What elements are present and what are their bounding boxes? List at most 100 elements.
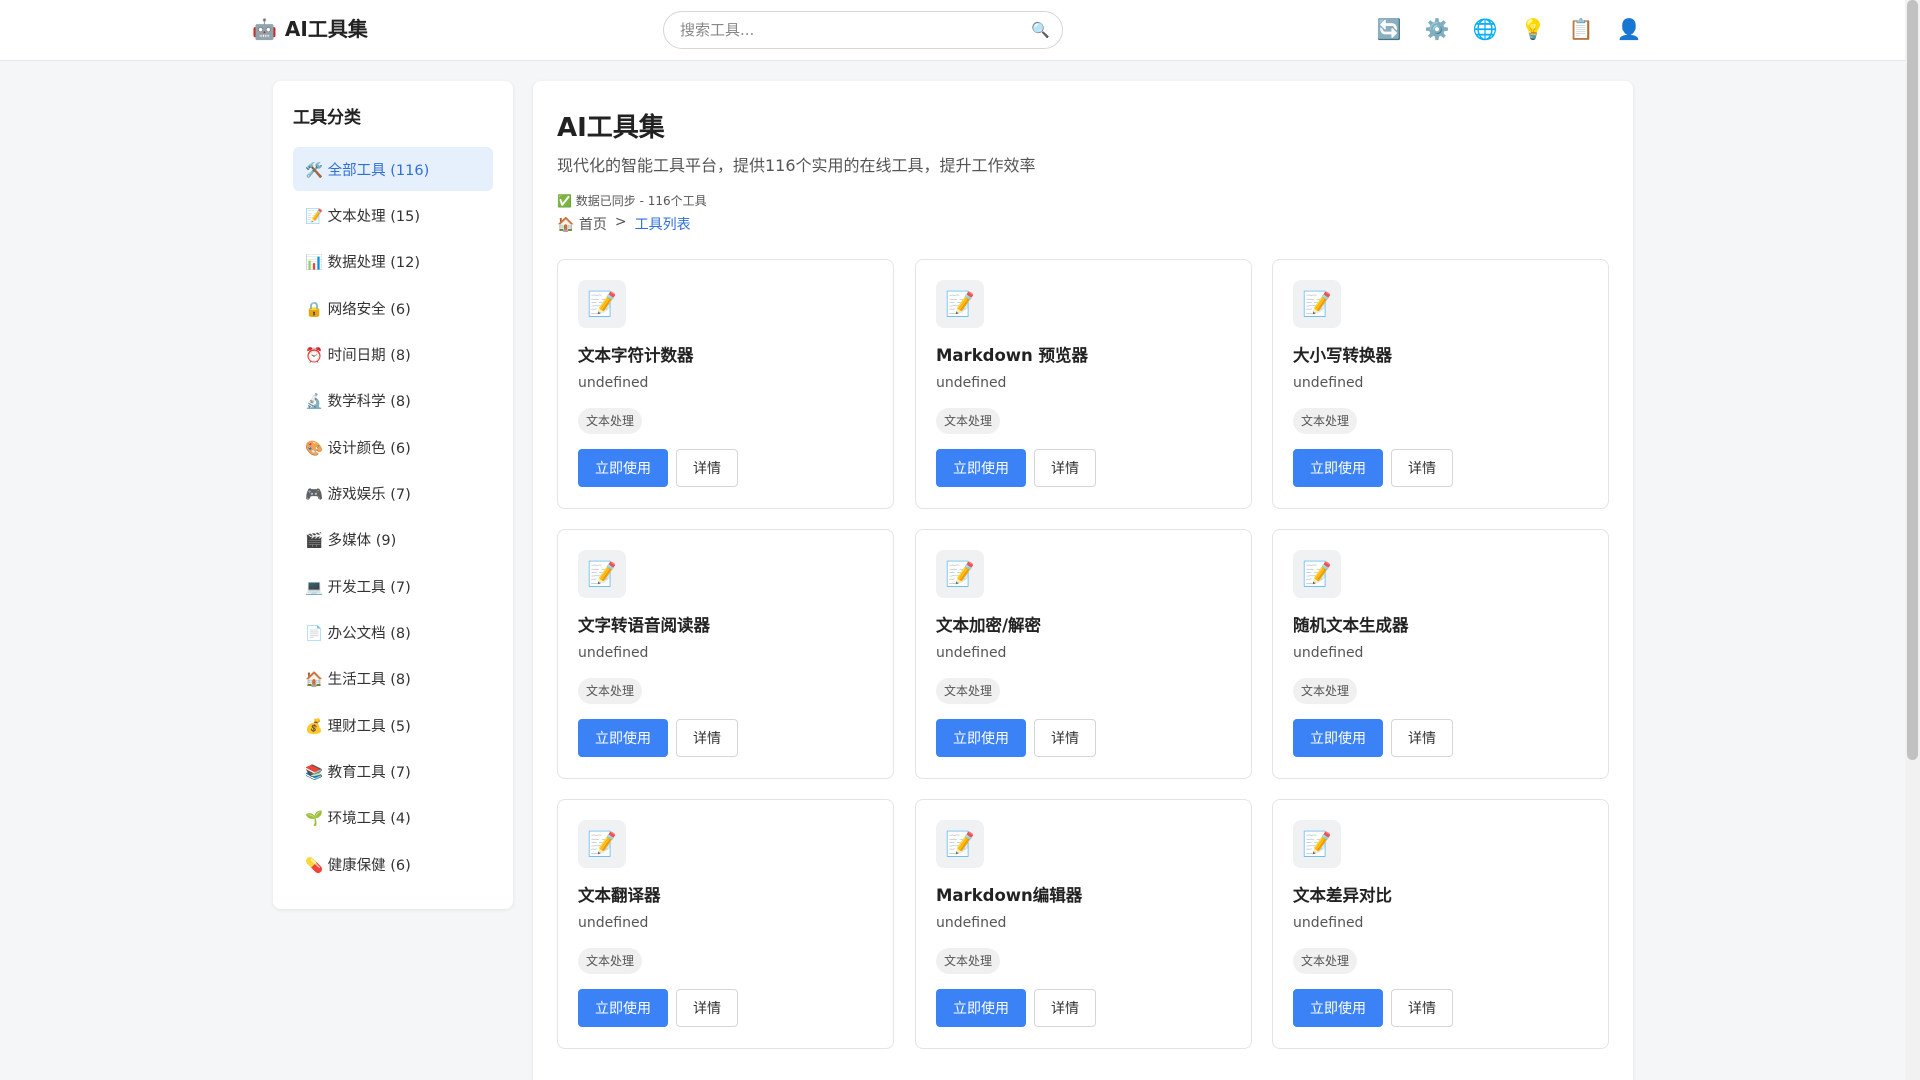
details-button[interactable]: 详情 [676, 719, 738, 757]
details-button[interactable]: 详情 [676, 989, 738, 1027]
tool-description: undefined [1293, 915, 1364, 931]
tool-description: undefined [936, 645, 1007, 661]
details-button[interactable]: 详情 [1034, 449, 1096, 487]
theme-icon[interactable]: 💡 [1520, 16, 1546, 42]
tool-description: undefined [1293, 375, 1364, 391]
memo-icon: 📝 [936, 280, 984, 328]
use-now-button[interactable]: 立即使用 [936, 449, 1026, 487]
tool-description: undefined [936, 915, 1007, 931]
tool-title: 文本字符计数器 [578, 346, 694, 365]
breadcrumb-home[interactable]: 🏠 首页 [557, 214, 607, 234]
sidebar-category-item[interactable]: 📄 办公文档 (8) [293, 610, 493, 654]
sidebar-category-item[interactable]: 🏠 生活工具 (8) [293, 657, 493, 701]
sidebar-category-item[interactable]: 💰 理财工具 (5) [293, 703, 493, 747]
memo-icon: 📝 [578, 550, 626, 598]
memo-icon: 📝 [578, 280, 626, 328]
use-now-button[interactable]: 立即使用 [936, 989, 1026, 1027]
details-button[interactable]: 详情 [1034, 989, 1096, 1027]
details-button[interactable]: 详情 [1391, 719, 1453, 757]
memo-icon: 📝 [936, 550, 984, 598]
tool-card[interactable]: 📝 文字转语音阅读器 undefined 文本处理 立即使用 详情 [557, 529, 894, 779]
search-icon[interactable]: 🔍 [1031, 21, 1050, 39]
language-icon[interactable]: 🌐 [1472, 16, 1498, 42]
sidebar-category-item[interactable]: 🎮 游戏娱乐 (7) [293, 471, 493, 515]
tool-title: 大小写转换器 [1293, 346, 1392, 365]
sidebar-category-item[interactable]: 📝 文本处理 (15) [293, 193, 493, 237]
page: 🤖 AI工具集 🔍 🔄 ⚙️ 🌐 💡 📋 👤 工具分类 🛠️ 全部工具 (116)📝 文本… [0, 0, 1920, 1080]
clipboard-icon[interactable]: 📋 [1568, 16, 1594, 42]
sidebar-category-item[interactable]: 🎬 多媒体 (9) [293, 518, 493, 562]
details-button[interactable]: 详情 [1391, 449, 1453, 487]
sidebar-category-item[interactable]: 💻 开发工具 (7) [293, 564, 493, 608]
memo-icon: 📝 [578, 820, 626, 868]
sidebar-category-item[interactable]: 📚 教育工具 (7) [293, 749, 493, 793]
tool-description: undefined [578, 645, 649, 661]
tool-title: 文本翻译器 [578, 886, 661, 905]
top-header: 🤖 AI工具集 🔍 🔄 ⚙️ 🌐 💡 📋 👤 [0, 0, 1905, 61]
user-icon[interactable]: 👤 [1616, 16, 1642, 42]
sidebar-category-item[interactable]: 🔒 网络安全 (6) [293, 286, 493, 330]
use-now-button[interactable]: 立即使用 [578, 719, 668, 757]
details-button[interactable]: 详情 [676, 449, 738, 487]
sidebar-category-item[interactable]: 🔬 数学科学 (8) [293, 379, 493, 423]
sidebar-category-item[interactable]: 🎨 设计颜色 (6) [293, 425, 493, 469]
sidebar-category-item[interactable]: 📊 数据处理 (12) [293, 240, 493, 284]
category-list: 🛠️ 全部工具 (116) 📝 文本处理 (15) 📊 数据处理 (12) 🔒 网络安… [293, 147, 493, 889]
category-tag: 文本处理 [1293, 678, 1358, 704]
tool-card[interactable]: 📝 文本字符计数器 undefined 文本处理立即使用 详情 [557, 259, 894, 509]
memo-icon: 📝 [1293, 280, 1341, 328]
page-title: AI工具集 [557, 113, 665, 143]
breadcrumb-separator: > [614, 214, 627, 230]
logo-text: AI工具集 [284, 17, 368, 41]
use-now-button[interactable]: 立即使用 [936, 719, 1026, 757]
tool-description: undefined [578, 915, 649, 931]
settings-icon[interactable]: ⚙️ [1424, 16, 1450, 42]
tool-card[interactable]: 📝 随机文本生成器 undefined 文本处理立即使用 详情 [1272, 529, 1609, 779]
details-button[interactable]: 详情 [1391, 989, 1453, 1027]
refresh-icon[interactable]: 🔄 [1376, 16, 1402, 42]
breadcrumb-current: 工具列表 [634, 217, 691, 233]
use-now-button[interactable]: 立即使用 [1293, 449, 1383, 487]
tool-title: 文本加密/解密 [936, 616, 1042, 635]
category-tag: 文本处理 [936, 678, 1001, 704]
use-now-button[interactable]: 立即使用 [578, 449, 668, 487]
tool-card[interactable]: 📝 文本翻译器 undefined 文本处理 立即使用 详情 [557, 799, 894, 1049]
tool-description: undefined [1293, 645, 1364, 661]
search-input[interactable] [680, 12, 1020, 48]
tool-title: 随机文本生成器 [1293, 616, 1409, 635]
use-now-button[interactable]: 立即使用 [578, 989, 668, 1027]
main-panel: AI工具集 现代化的智能工具平台，提供116个实用的在线工具，提升工作效率 ✅ … [533, 81, 1633, 1080]
category-tag: 文本处理 [1293, 408, 1358, 434]
tool-title: Markdown 预览器 [936, 346, 1089, 365]
sidebar-category-item[interactable]: ⏰ 时间日期 (8) [293, 332, 493, 376]
tool-card[interactable]: 📝 Markdown 预览器 undefined 文本处理立即使用 详情 [915, 259, 1252, 509]
use-now-button[interactable]: 立即使用 [1293, 719, 1383, 757]
category-tag: 文本处理 [578, 678, 643, 704]
category-tag: 文本处理 [936, 948, 1001, 974]
tool-title: 文本差异对比 [1293, 886, 1392, 905]
tool-description: undefined [578, 375, 649, 391]
category-tag: 文本处理 [578, 408, 643, 434]
category-tag: 文本处理 [936, 408, 1001, 434]
tool-description: undefined [936, 375, 1007, 391]
tool-card[interactable]: 📝 文本差异对比 undefined 文本处理立即使用 详情 [1272, 799, 1609, 1049]
category-tag: 文本处理 [1293, 948, 1358, 974]
sidebar-category-item[interactable]: 🛠️ 全部工具 (116) [293, 147, 493, 191]
tool-card[interactable]: 📝 文本加密/解密 undefined 文本处理立即使用 详情 [915, 529, 1252, 779]
page-subtitle: 现代化的智能工具平台，提供116个实用的在线工具，提升工作效率 [557, 156, 1036, 175]
sidebar-category-item[interactable]: 💊 健康保健 (6) [293, 842, 493, 886]
memo-icon: 📝 [1293, 550, 1341, 598]
tool-card[interactable]: 📝 Markdown编辑器 undefined 文本处理 立即使用 详情 [915, 799, 1252, 1049]
breadcrumb: 🏠 首页 > 工具列表 [557, 214, 691, 234]
logo[interactable]: 🤖 AI工具集 [252, 16, 368, 42]
header-actions: 🔄 ⚙️ 🌐 💡 📋 👤 [1376, 16, 1642, 42]
sidebar-category-item[interactable]: 🌱 环境工具 (4) [293, 796, 493, 840]
memo-icon: 📝 [936, 820, 984, 868]
use-now-button[interactable]: 立即使用 [1293, 989, 1383, 1027]
scrollbar-thumb[interactable] [1907, 0, 1918, 760]
tool-card[interactable]: 📝 大小写转换器 undefined 文本处理立即使用 详情 [1272, 259, 1609, 509]
details-button[interactable]: 详情 [1034, 719, 1096, 757]
sync-status: ✅ 数据已同步 - 116个工具 [557, 194, 707, 208]
memo-icon: 📝 [1293, 820, 1341, 868]
category-sidebar: 工具分类 🛠️ 全部工具 (116) 📝 文本处理 (15) 📊 数据处理 (12)… [273, 81, 513, 909]
